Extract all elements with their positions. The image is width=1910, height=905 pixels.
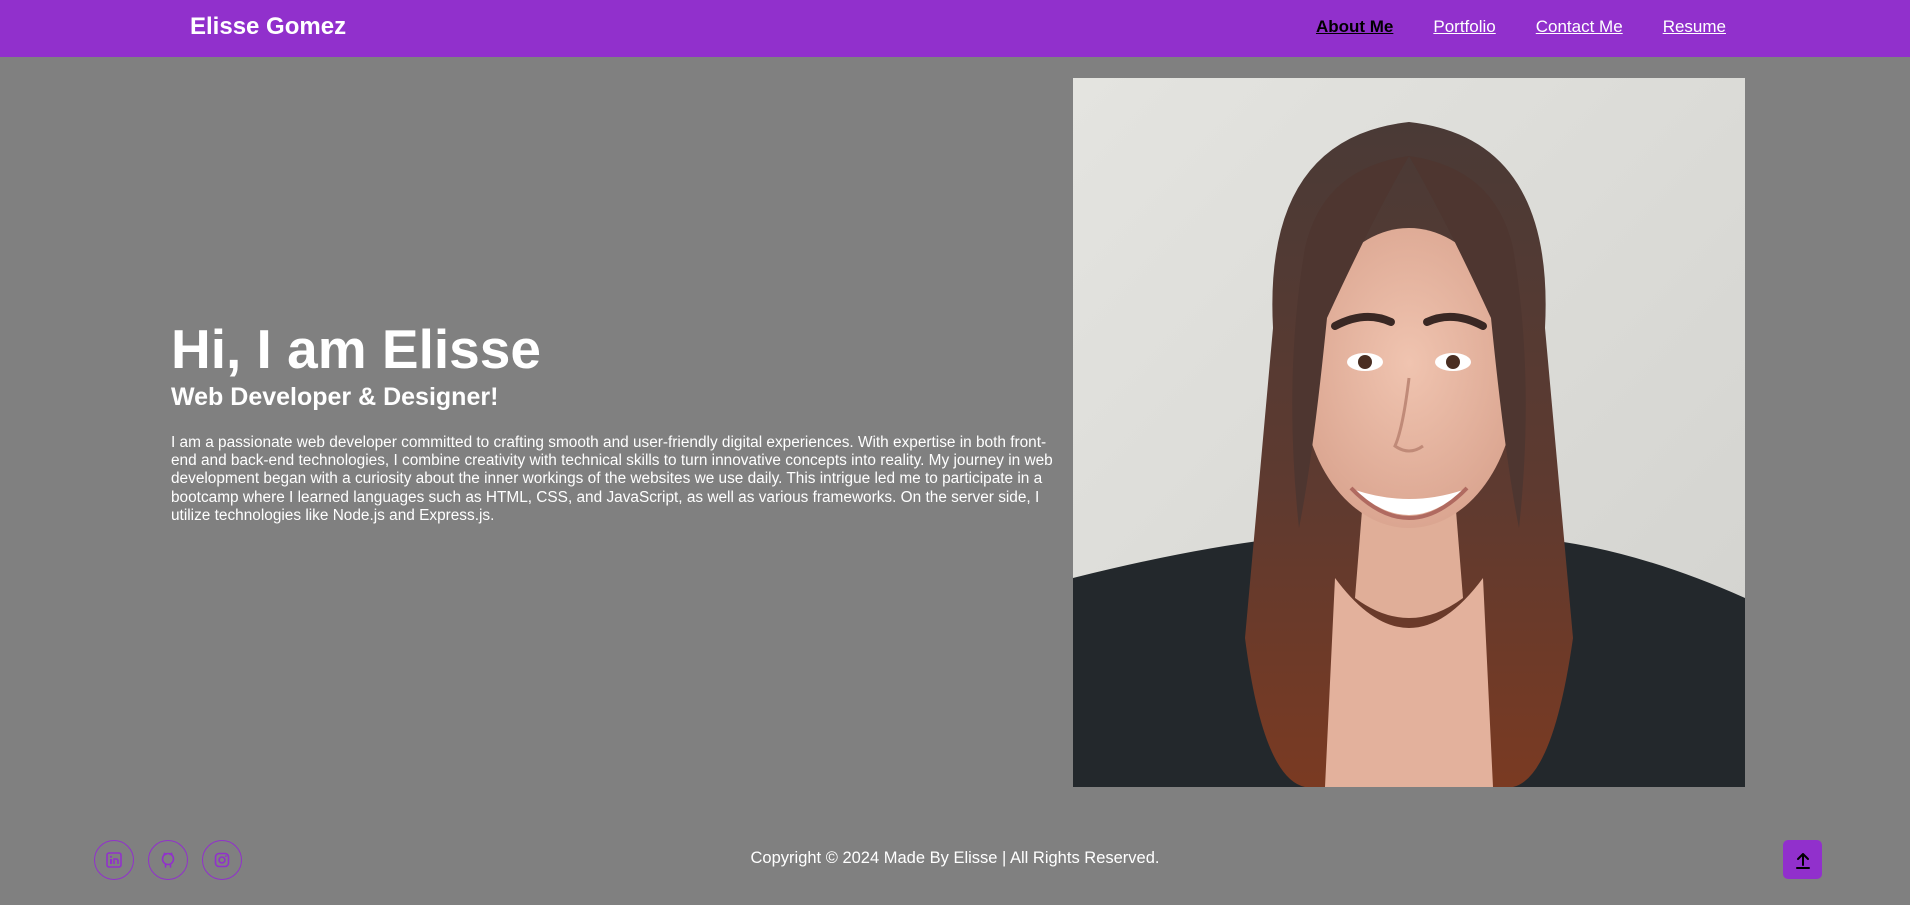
about-section: Hi, I am Elisse Web Developer & Designer… (171, 318, 1061, 525)
hero-subheading: Web Developer & Designer! (171, 383, 499, 411)
copyright-text: Copyright © 2024 Made By Elisse | All Ri… (750, 849, 1160, 867)
brand-name[interactable]: Elisse Gomez (190, 13, 346, 41)
nav-links: About Me Portfolio Contact Me Resume (1316, 17, 1726, 37)
nav-resume[interactable]: Resume (1663, 17, 1726, 37)
arrow-up-icon (1795, 852, 1810, 869)
nav-portfolio[interactable]: Portfolio (1433, 17, 1495, 37)
bio-paragraph: I am a passionate web developer committe… (171, 434, 1053, 524)
back-to-top-button[interactable] (1783, 840, 1822, 879)
nav-about-me[interactable]: About Me (1316, 17, 1393, 37)
navbar: Elisse Gomez About Me Portfolio Contact … (0, 0, 1910, 57)
profile-photo (1073, 78, 1745, 787)
nav-contact-me[interactable]: Contact Me (1536, 17, 1623, 37)
hero-heading: Hi, I am Elisse (171, 318, 541, 380)
